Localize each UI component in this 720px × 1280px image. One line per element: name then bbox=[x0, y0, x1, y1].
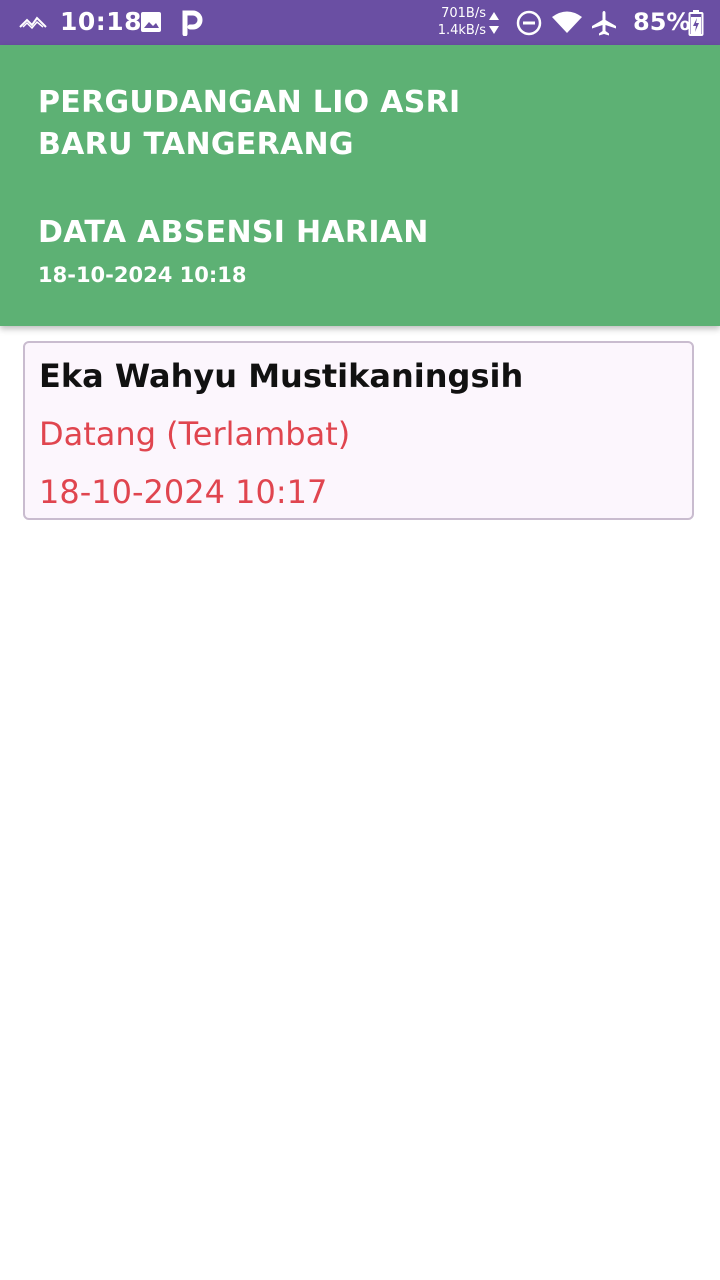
page-title: DATA ABSENSI HARIAN bbox=[38, 215, 429, 250]
image-icon bbox=[140, 11, 162, 33]
p-app-icon bbox=[180, 10, 204, 36]
status-time: 10:18 bbox=[60, 7, 143, 36]
status-bar: 10:18 701B/s 1.4kB/s 85% bbox=[0, 0, 720, 45]
attendance-card[interactable]: Eka Wahyu Mustikaningsih Datang (Terlamb… bbox=[23, 341, 694, 520]
wifi-icon bbox=[551, 10, 583, 34]
data-arrows-icon bbox=[488, 10, 500, 36]
network-speed: 701B/s 1.4kB/s bbox=[424, 5, 486, 39]
employee-name: Eka Wahyu Mustikaningsih bbox=[39, 357, 524, 395]
airplane-icon bbox=[590, 9, 618, 37]
signal-wave-icon bbox=[18, 11, 48, 33]
battery-percentage: 85% bbox=[633, 8, 691, 36]
attendance-status: Datang (Terlambat) bbox=[39, 415, 351, 453]
company-name-line1: PERGUDANGAN LIO ASRI bbox=[38, 85, 461, 120]
battery-charging-icon bbox=[688, 9, 704, 37]
header-datetime: 18-10-2024 10:18 bbox=[38, 263, 247, 287]
dnd-icon bbox=[516, 10, 542, 36]
net-down-speed: 1.4kB/s bbox=[437, 23, 486, 38]
attendance-timestamp: 18-10-2024 10:17 bbox=[39, 473, 328, 511]
net-up-speed: 701B/s bbox=[441, 6, 486, 21]
app-header: PERGUDANGAN LIO ASRI BARU TANGERANG DATA… bbox=[0, 45, 720, 326]
company-name-line2: BARU TANGERANG bbox=[38, 127, 354, 162]
